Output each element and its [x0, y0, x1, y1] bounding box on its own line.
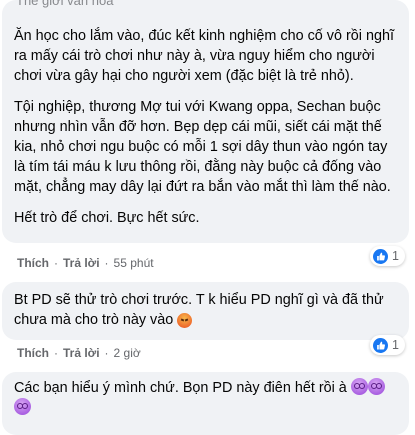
comment-text: Các bạn hiểu ý mình chứ. Bọn PD này điên…: [14, 378, 399, 418]
reply-link[interactable]: Trả lời: [63, 256, 100, 270]
dizzy-face-emoji-icon: [367, 378, 385, 395]
like-icon: [373, 248, 389, 264]
dizzy-face-emoji-icon: [14, 398, 31, 415]
comment-text-body: Các bạn hiểu ý mình chứ. Bọn PD này điên…: [14, 380, 347, 396]
reaction-count-1[interactable]: 1: [370, 246, 405, 266]
comment-author-truncated[interactable]: Thế giới văn hóa: [16, 0, 113, 11]
separator-dot: ·: [104, 346, 109, 360]
comment-actions-2: Thích · Trả lời · 2 giờ: [17, 346, 141, 360]
comment-timestamp[interactable]: 55 phút: [114, 256, 154, 270]
comment-bubble-2: Bt PD sẽ thử trò chơi trước. T k hiểu PD…: [2, 282, 409, 340]
comment-text-paragraph-2: Tội nghiệp, thương Mợ tui với Kwang oppa…: [14, 99, 391, 195]
comment-bubble-3: Các bạn hiểu ý mình chứ. Bọn PD này điên…: [2, 372, 409, 435]
reaction-count-2[interactable]: 1: [370, 335, 405, 355]
comment-text-body: Bt PD sẽ thử trò chơi trước. T k hiểu PD…: [14, 292, 384, 328]
comment-text: Bt PD sẽ thử trò chơi trước. T k hiểu PD…: [14, 290, 399, 330]
comment-text-paragraph-3: Hết trò để chơi. Bực hết sức.: [14, 210, 200, 226]
comment-timestamp[interactable]: 2 giờ: [114, 346, 141, 360]
separator-dot: ·: [104, 256, 109, 270]
angry-emoji-icon: [177, 312, 193, 328]
like-icon: [373, 337, 389, 353]
reaction-count-value: 1: [392, 249, 399, 263]
separator-dot: ·: [54, 346, 58, 360]
dizzy-face-emoji-icon: [350, 378, 368, 395]
like-link[interactable]: Thích: [17, 346, 49, 360]
like-link[interactable]: Thích: [17, 256, 49, 270]
reply-link[interactable]: Trả lời: [63, 346, 100, 360]
comment-text-paragraph-1: Ăn học cho lắm vào, đúc kết kinh nghiệm …: [14, 28, 394, 84]
comment-actions-1: Thích · Trả lời · 55 phút: [17, 256, 154, 270]
separator-dot: ·: [54, 256, 58, 270]
reaction-count-value: 1: [392, 338, 399, 352]
comment-bubble-1: Thế giới văn hóa Ăn học cho lắm vào, đúc…: [2, 0, 409, 243]
